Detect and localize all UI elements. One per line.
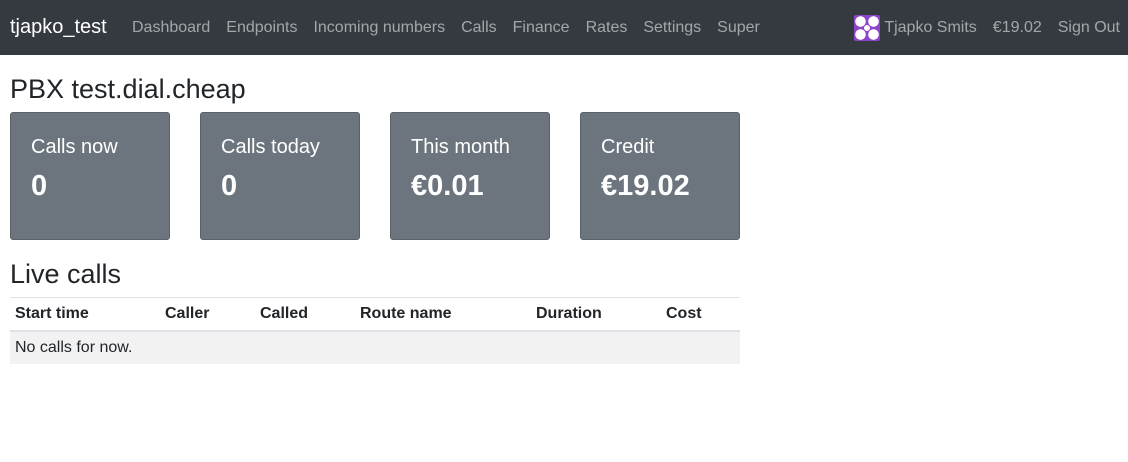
column-header-route-name: Route name: [355, 297, 531, 332]
column-header-caller: Caller: [160, 297, 255, 332]
table-row: No calls for now.: [10, 330, 740, 364]
avatar: [854, 14, 881, 41]
live-calls-table: Start time Caller Called Route name Dura…: [10, 297, 740, 364]
column-header-cost: Cost: [661, 297, 740, 332]
column-header-duration: Duration: [531, 297, 661, 332]
brand-link[interactable]: tjapko_test: [10, 14, 107, 40]
empty-table-message: No calls for now.: [10, 330, 740, 364]
stat-card-label: Credit: [601, 136, 655, 158]
top-navbar: tjapko_test Dashboard Endpoints Incoming…: [0, 0, 1128, 55]
table-header-row: Start time Caller Called Route name Dura…: [10, 297, 740, 332]
nav-right: Tjapko Smits €19.02 Sign Out: [846, 0, 1128, 55]
nav-link-incoming-numbers[interactable]: Incoming numbers: [305, 16, 453, 40]
column-header-called: Called: [255, 297, 355, 332]
column-header-start-time: Start time: [10, 297, 160, 332]
user-name: Tjapko Smits: [884, 18, 977, 36]
stat-card-credit: Credit €19.02: [580, 112, 740, 240]
stat-card-calls-now: Calls now 0: [10, 112, 170, 240]
stat-card-label: Calls now: [31, 136, 118, 158]
stat-card-this-month: This month €0.01: [390, 112, 550, 240]
stat-card-value: 0: [221, 170, 238, 202]
nav-link-calls[interactable]: Calls: [453, 16, 505, 40]
stat-card-value: €19.02: [601, 170, 690, 202]
stat-card-calls-today: Calls today 0: [200, 112, 360, 240]
stat-card-label: This month: [411, 136, 510, 158]
balance-link[interactable]: €19.02: [985, 16, 1050, 40]
nav-links: Dashboard Endpoints Incoming numbers Cal…: [124, 0, 768, 55]
stat-card-value: €0.01: [411, 170, 484, 202]
nav-link-settings[interactable]: Settings: [635, 16, 709, 40]
nav-link-rates[interactable]: Rates: [578, 16, 636, 40]
stat-card-value: 0: [31, 170, 48, 202]
stat-card-label: Calls today: [221, 136, 320, 158]
user-profile-link[interactable]: Tjapko Smits: [846, 14, 984, 41]
nav-link-endpoints[interactable]: Endpoints: [218, 16, 305, 40]
page-title: PBX test.dial.cheap: [10, 74, 246, 104]
nav-link-dashboard[interactable]: Dashboard: [124, 16, 218, 40]
live-calls-title: Live calls: [10, 259, 122, 289]
nav-link-finance[interactable]: Finance: [505, 16, 578, 40]
nav-link-super[interactable]: Super: [709, 16, 768, 40]
sign-out-link[interactable]: Sign Out: [1050, 16, 1128, 40]
